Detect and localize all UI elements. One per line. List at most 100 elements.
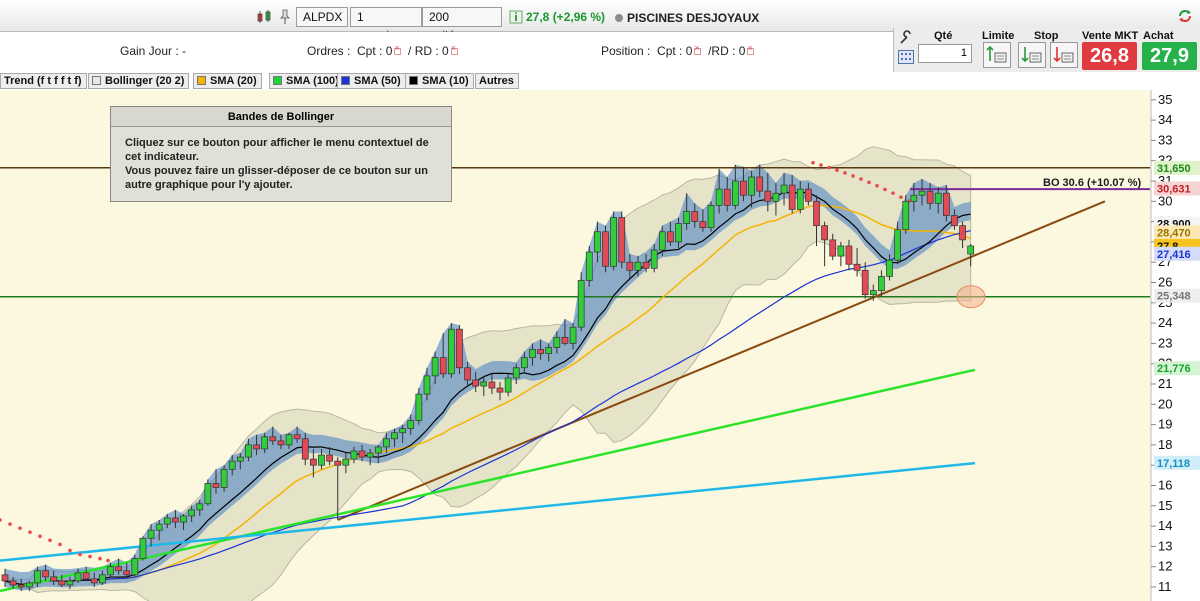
sell-mkt-label: Vente MKT <box>1082 30 1139 42</box>
candle-body <box>423 375 431 395</box>
symbol-select[interactable]: ALPDX▼ <box>296 7 356 27</box>
candle-body <box>285 434 293 446</box>
candle-body <box>464 367 471 381</box>
cancel-icon[interactable] <box>694 43 702 55</box>
candle-body <box>334 460 342 466</box>
cancel-icon[interactable] <box>394 43 402 55</box>
candle-body <box>99 574 106 584</box>
indicator-button[interactable]: SMA (100) <box>269 73 344 89</box>
indicator-bar: Trend (f t f f t f) Bollinger (20 2) SMA (… <box>0 72 1200 90</box>
candle-body <box>829 239 837 257</box>
company-name: PISCINES DESJOYAUX <box>627 11 760 25</box>
sar-dot <box>811 160 815 165</box>
candle-body <box>731 180 739 206</box>
sar-dot <box>835 168 839 172</box>
stop-sell-button[interactable] <box>1050 42 1078 68</box>
candle-body <box>553 336 561 348</box>
limit-order-button[interactable] <box>983 42 1011 68</box>
candle-body <box>650 249 658 269</box>
indicator-button[interactable]: Bollinger (20 2) <box>88 73 190 89</box>
candle-body <box>204 483 212 505</box>
pin-icon[interactable] <box>276 8 294 26</box>
candle-body <box>602 231 609 267</box>
candle-body <box>439 357 447 375</box>
candle-body <box>74 572 82 582</box>
orders-info: Ordres : Cpt : 0 / RD : 0 <box>307 43 458 58</box>
day-gain-value: - <box>182 44 187 58</box>
candle-body <box>837 245 845 257</box>
stop-buy-button[interactable] <box>1018 42 1046 68</box>
candle-body <box>610 217 617 267</box>
candle-body <box>691 211 699 222</box>
sar-dot <box>891 191 895 195</box>
indicator-label: Bollinger (20 2) <box>105 75 185 87</box>
candle-body <box>667 231 674 243</box>
units-select[interactable]: 200 unités▼ <box>422 7 502 42</box>
indicator-button[interactable]: Trend (f t f f t f) <box>0 73 87 89</box>
indicator-button[interactable]: Autres <box>475 73 519 89</box>
keypad-icon[interactable] <box>898 50 914 64</box>
color-swatch <box>409 76 418 85</box>
candle-body <box>894 229 902 261</box>
limit-order-icon <box>986 45 1007 63</box>
sar-dot <box>819 163 823 167</box>
sar-dot <box>8 522 12 526</box>
account-info-bar: Gain Jour : - Ordres : Cpt : 0 / RD : 0 … <box>0 32 893 72</box>
candle-body <box>918 190 926 196</box>
candle-body <box>342 458 350 466</box>
indicator-label: SMA (100) <box>286 75 339 87</box>
candle-body <box>318 454 325 466</box>
refresh-icon[interactable] <box>1176 7 1194 25</box>
candle-body <box>886 259 893 277</box>
candle-body <box>561 336 569 344</box>
status-dot <box>615 14 623 22</box>
candle-body <box>488 381 496 389</box>
indicator-label: Trend (f t f f t f) <box>4 75 82 87</box>
indicator-button[interactable]: SMA (20) <box>193 73 262 89</box>
wrench-icon[interactable] <box>898 30 914 46</box>
stop-buy-icon <box>1021 47 1042 63</box>
position-cpt: Cpt : 0 <box>657 44 693 58</box>
axis-tick-label: 23 <box>1158 335 1172 350</box>
candle-body <box>245 444 252 458</box>
buy-market-button[interactable]: 27,9 <box>1142 42 1197 70</box>
sell-market-button[interactable]: 26,8 <box>1082 42 1137 70</box>
sar-dot <box>883 187 887 192</box>
indicator-tooltip: Bandes de Bollinger Cliquez sur ce bouto… <box>110 106 452 202</box>
price-tag-label: 28,470 <box>1157 227 1191 239</box>
candle-body <box>658 231 666 251</box>
period-select[interactable]: 1 semaine▼ <box>350 7 422 42</box>
candle-body <box>236 456 244 462</box>
candle-body <box>821 225 828 241</box>
candle-body <box>585 251 593 281</box>
position-label: Position : <box>601 44 651 58</box>
candle-body <box>577 280 585 328</box>
cancel-icon[interactable] <box>747 43 755 55</box>
candle-body <box>959 225 966 241</box>
qty-input[interactable]: 1 <box>918 44 972 63</box>
indicator-button[interactable]: SMA (10) <box>405 73 474 89</box>
info-icon[interactable] <box>507 8 525 26</box>
color-swatch <box>341 76 350 85</box>
axis-tick-label: 26 <box>1158 275 1172 290</box>
position-info: Position : Cpt : 0 /RD : 0 <box>601 43 755 58</box>
candle-body <box>707 205 715 229</box>
indicator-button[interactable]: SMA (50) <box>337 73 406 89</box>
candle-body <box>196 503 204 511</box>
candle-body <box>545 347 553 354</box>
candle-body <box>50 576 58 582</box>
candle-body <box>878 276 885 291</box>
candle-body <box>147 529 155 539</box>
symbol-value: ALPDX <box>303 10 343 24</box>
tooltip-line: Vous pouvez faire un glisser-déposer de … <box>125 165 428 177</box>
orders-rd: / RD : 0 <box>408 44 449 58</box>
chart-type-icon[interactable] <box>256 8 274 26</box>
candle-body <box>82 572 90 580</box>
cancel-icon[interactable] <box>450 43 458 55</box>
highlight-circle <box>956 285 986 309</box>
candle-body <box>301 438 309 460</box>
candle-body <box>934 192 942 204</box>
candle-body <box>172 517 179 523</box>
candle-body <box>699 221 707 229</box>
orders-label: Ordres : <box>307 44 351 58</box>
